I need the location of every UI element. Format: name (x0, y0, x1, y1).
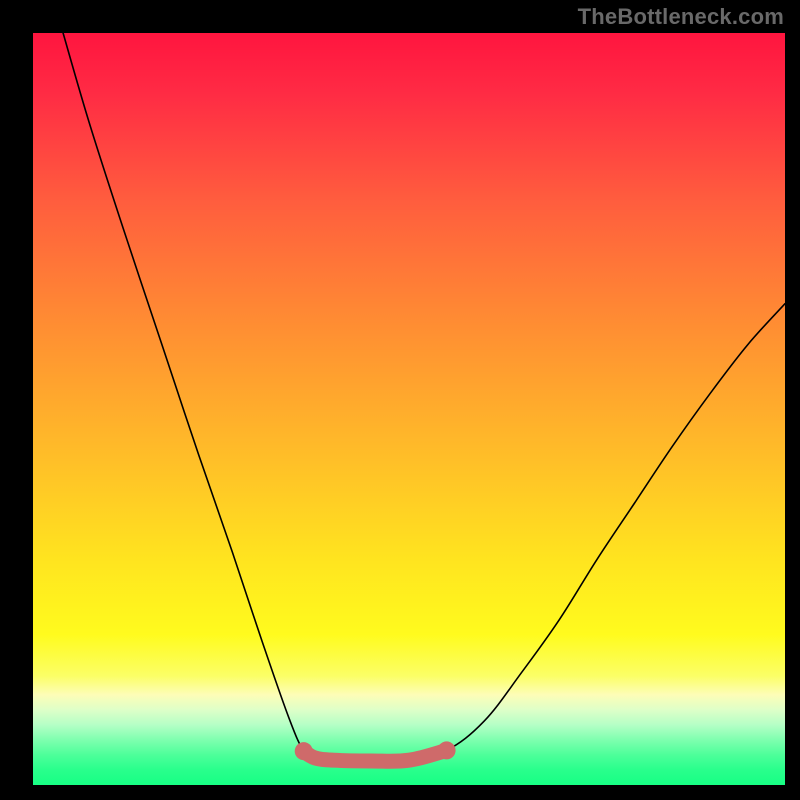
chart-container: TheBottleneck.com (0, 0, 800, 800)
watermark-text: TheBottleneck.com (578, 4, 784, 30)
trough-endpoint-right (438, 741, 456, 759)
bottleneck-curve-line (63, 33, 785, 761)
trough-endpoint-left (295, 742, 313, 760)
plot-area (33, 33, 785, 785)
curve-svg (33, 33, 785, 785)
trough-highlight (304, 750, 447, 761)
